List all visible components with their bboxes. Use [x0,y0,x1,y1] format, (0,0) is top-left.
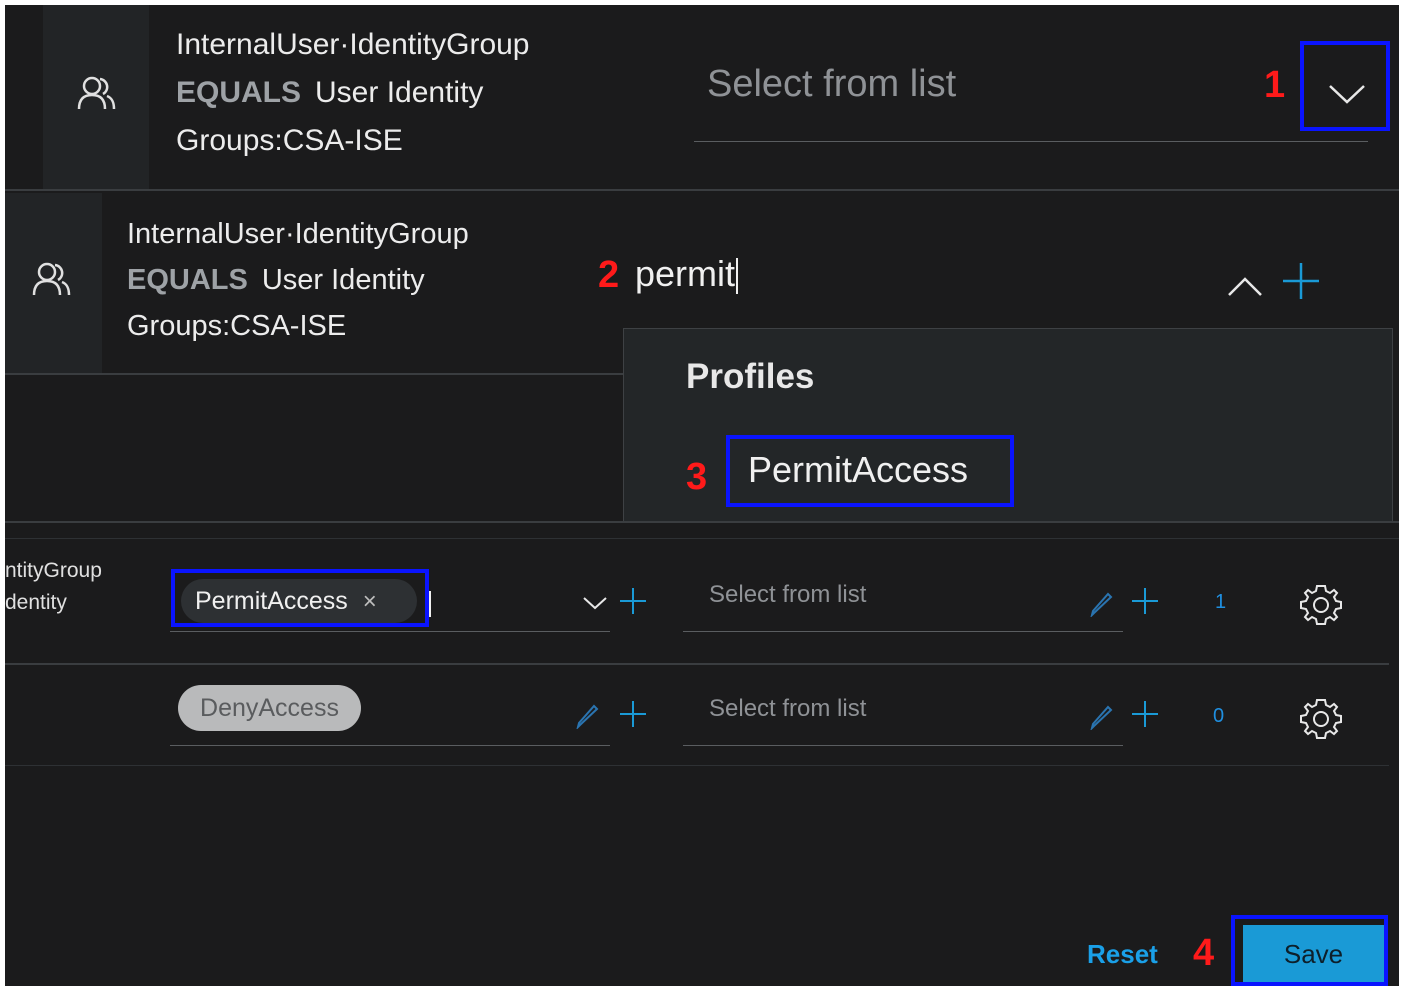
pencil-icon[interactable] [1089,702,1115,730]
gear-icon[interactable] [1299,697,1343,741]
step-1-label: 1 [1264,64,1286,106]
annotation-box-chip [171,569,429,627]
condition-value-cont: Groups:CSA-ISE [127,310,347,342]
policy-editor-frame: InternalUser·IdentityGroup EQUALS User Id… [5,5,1399,986]
plus-icon[interactable] [1281,261,1321,301]
security-group-input[interactable]: Select from list [709,581,866,609]
row2-icon-cell [5,193,102,373]
condition-operator: EQUALS [127,264,248,296]
gear-icon[interactable] [1299,583,1343,627]
row-divider [5,373,625,375]
security-group-underline [683,631,1123,632]
row1-select-input[interactable]: Select from list [707,63,956,106]
row-divider [5,521,1399,523]
step-3-label: 3 [686,456,708,498]
profile-chip-denyaccess[interactable]: DenyAccess [178,685,361,731]
row-divider [5,538,1399,539]
step-2-label: 2 [598,254,620,296]
pencil-icon[interactable] [1089,589,1115,617]
condition-value: User Identity [315,76,484,109]
search-value: permit [635,253,736,294]
plus-icon[interactable] [619,700,647,728]
plus-icon[interactable] [1131,700,1159,728]
condition-attribute: InternalUser·IdentityGroup [176,28,530,61]
dropdown-option-permitaccess[interactable]: PermitAccess [748,449,968,491]
reset-button[interactable]: Reset [1087,939,1158,970]
condition-value-cont: Groups:CSA-ISE [176,124,403,157]
plus-icon[interactable] [1131,587,1159,615]
dropdown-header: Profiles [686,357,815,396]
chip-label: DenyAccess [200,694,339,722]
security-group-underline [683,745,1123,746]
hits-count: 1 [1215,591,1227,613]
user-group-icon [32,262,71,296]
profile-underline [170,745,610,746]
plus-icon[interactable] [619,587,647,615]
chevron-up-icon[interactable] [1227,275,1263,297]
row-divider [5,189,1399,191]
row2-condition: InternalUser·IdentityGroup EQUALS User Id… [127,211,469,349]
pencil-icon[interactable] [575,701,601,729]
user-group-icon [77,76,116,110]
condition-value: User Identity [261,264,425,296]
row3-condition: ntityGroup dentity [5,555,102,619]
condition-attribute: ntityGroup [5,559,102,582]
row1-select-underline [694,141,1368,142]
chevron-down-icon[interactable] [1328,83,1366,105]
condition-operator: EQUALS [176,76,302,109]
row1-icon-cell [43,5,149,189]
condition-value: dentity [5,591,67,614]
profiles-dropdown: Profiles 3 PermitAccess [623,328,1393,523]
security-group-input[interactable]: Select from list [709,695,866,723]
condition-attribute: InternalUser·IdentityGroup [127,218,469,250]
step-4-label: 4 [1193,932,1215,974]
text-cursor [736,258,739,295]
hits-count: 0 [1213,705,1225,727]
profile-search-input[interactable]: permit [635,250,739,298]
annotation-box-4 [1231,915,1388,986]
text-cursor [429,591,431,617]
row-divider [5,663,1389,665]
chevron-down-icon[interactable] [582,595,608,611]
row1-condition: InternalUser·IdentityGroup EQUALS User Id… [176,21,530,165]
profile-underline [170,631,610,632]
row-divider [5,765,1389,766]
